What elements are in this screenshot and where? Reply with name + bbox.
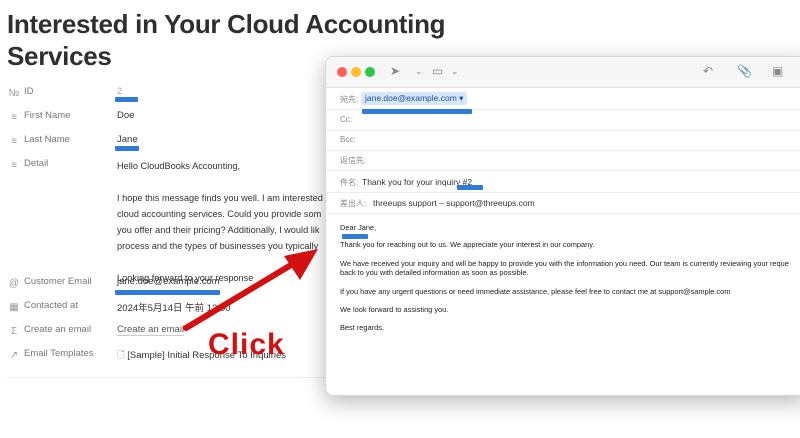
property-value-detail[interactable]: Hello CloudBooks Accounting, I hope this… [117, 158, 332, 286]
to-recipient-address: jane.doe@example.com [365, 93, 457, 103]
detail-line: you offer and their pricing? Additionall… [117, 225, 320, 235]
redaction-mark [115, 146, 139, 151]
bcc-row[interactable]: Bcc: [326, 130, 800, 151]
photo-browser-icon[interactable]: ▣ [772, 63, 783, 79]
property-value-last-name[interactable]: Jane [117, 134, 138, 145]
body-paragraph: Thank you for reaching out to us. We app… [340, 240, 595, 249]
detail-line: process and the types of businesses you … [117, 241, 319, 251]
zoom-window-button[interactable] [365, 67, 375, 77]
redaction-mark [115, 97, 138, 102]
number-icon: № [8, 87, 20, 99]
from-field[interactable]: threeups support – support@threeups.com [373, 198, 535, 208]
detail-line: cloud accounting services. Could you pro… [117, 209, 322, 219]
property-label-email-templates: Email Templates [24, 348, 94, 359]
to-label: 宛先: [340, 95, 359, 104]
to-recipient-chip[interactable]: jane.doe@example.com ▾ [361, 92, 468, 105]
property-first-name: ≡ First Name Doe [0, 108, 330, 128]
body-greeting: Dear Jane, [340, 223, 377, 232]
property-label-id: ID [24, 86, 34, 97]
property-label-detail: Detail [24, 158, 49, 169]
property-value-id[interactable]: 2 [117, 86, 122, 97]
subject-field[interactable]: Thank you for your inquiry #2 [362, 177, 472, 187]
sigma-icon: Σ [10, 325, 18, 337]
click-annotation-text: Click [208, 328, 285, 361]
property-value-first-name[interactable]: Doe [117, 110, 134, 121]
property-label-customer-email: Customer Email [24, 276, 92, 287]
reply-to-row[interactable]: 返信先: [326, 150, 800, 171]
property-value-contacted-at[interactable]: 2024年5月14日 午前 12:00 [117, 300, 231, 314]
property-last-name: ≡ Last Name Jane [0, 132, 330, 152]
send-icon[interactable]: ➤ [390, 63, 400, 79]
page-title-line-1: Interested in Your Cloud Accounting [7, 9, 446, 39]
close-window-button[interactable] [337, 67, 347, 77]
body-paragraph: If you have any urgent questions or need… [340, 287, 731, 296]
reply-to-label: 返信先: [340, 156, 367, 165]
mail-toolbar: ➤ ⌄ ▭ ⌄ ↶ 📎 ▣ [326, 57, 800, 88]
chevron-down-icon[interactable]: ⌄ [415, 63, 423, 79]
to-row: 宛先: jane.doe@example.com ▾ [326, 89, 800, 110]
document-icon: 🗋 [117, 350, 128, 361]
subject-label: 件名: [340, 178, 359, 187]
property-value-customer-email[interactable]: jane.doe@example.com [117, 276, 220, 287]
calendar-icon: ▦ [9, 301, 19, 313]
chevron-down-icon[interactable]: ⌄ [451, 63, 459, 79]
property-label-last-name: Last Name [24, 134, 70, 145]
header-fields-icon[interactable]: ▭ [432, 63, 443, 79]
arrow-relation-icon: ↗ [9, 349, 19, 361]
at-icon: @ [8, 277, 20, 289]
from-label: 差出人: [340, 199, 367, 208]
body-paragraph: back to you with detailed information as… [340, 268, 529, 277]
detail-line: I hope this message finds you well. I am… [117, 193, 323, 203]
body-paragraph: We have received your inquiry and will b… [340, 259, 789, 268]
redaction-mark [115, 290, 220, 295]
cc-label: Cc: [340, 115, 352, 124]
property-label-first-name: First Name [24, 110, 71, 121]
text-lines-icon: ≡ [11, 135, 17, 147]
from-row: 差出人: threeups support – support@threeups… [326, 193, 800, 214]
mail-compose-window: ➤ ⌄ ▭ ⌄ ↶ 📎 ▣ 宛先: jane.doe@example.com ▾… [325, 56, 800, 396]
reply-icon[interactable]: ↶ [703, 63, 713, 79]
cc-row[interactable]: Cc: [326, 110, 800, 131]
divider [7, 377, 327, 378]
text-lines-icon: ≡ [11, 159, 17, 171]
subject-row: 件名: Thank you for your inquiry #2 [326, 172, 800, 193]
property-id: № ID 2 [0, 84, 330, 104]
body-paragraph: We look forward to assisting you. [340, 305, 449, 314]
attachment-icon[interactable]: 📎 [737, 63, 752, 79]
property-label-contacted-at: Contacted at [24, 300, 78, 311]
redaction-mark [457, 185, 483, 190]
bcc-label: Bcc: [340, 135, 356, 144]
property-label-create-email: Create an email [24, 324, 92, 335]
property-contacted-at: ▦ Contacted at 2024年5月14日 午前 12:00 [0, 298, 330, 318]
text-lines-icon: ≡ [11, 111, 17, 123]
create-email-link[interactable]: Create an email [117, 324, 185, 336]
detail-line: Hello CloudBooks Accounting, [117, 161, 241, 171]
body-closing: Best regards, [340, 323, 384, 332]
redaction-mark [342, 234, 368, 239]
minimize-window-button[interactable] [351, 67, 361, 77]
